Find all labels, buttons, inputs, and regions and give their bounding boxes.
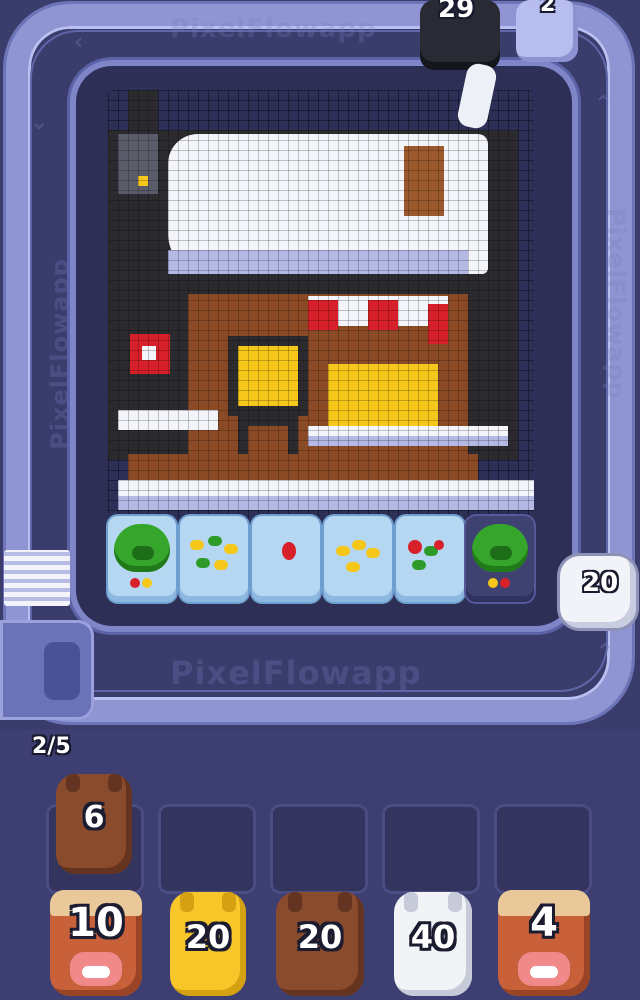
track-exit-ramp — [4, 550, 70, 606]
bull-animal[interactable]: 4 — [498, 890, 590, 996]
bull-animal[interactable]: 10 — [50, 890, 142, 996]
slot-animal-bunny[interactable]: 6 — [56, 774, 132, 874]
blue-shooter-counter: 2 — [540, 0, 556, 17]
berry-tile[interactable] — [252, 516, 320, 602]
pixel-art-canvas[interactable] — [108, 90, 534, 518]
track-bunny[interactable]: 20 — [560, 556, 636, 628]
bean-tile[interactable] — [180, 516, 248, 602]
white-bunny[interactable]: 40 — [394, 892, 472, 996]
shooter-counter: 29 — [438, 0, 475, 24]
chevron-up-icon: ⌃ — [594, 92, 613, 117]
tile-row — [108, 516, 534, 604]
chevron-left-icon: ‹ — [74, 30, 84, 55]
queue-progress: 2/5 — [32, 734, 71, 759]
queue-slot[interactable] — [494, 804, 592, 894]
pixel-grid — [108, 90, 534, 518]
yellow-bunny-count: 20 — [185, 918, 231, 956]
shooter-machine[interactable]: 29 — [420, 0, 500, 70]
berry-tile[interactable] — [396, 516, 464, 602]
bull-count: 10 — [68, 900, 124, 946]
slot-animal-count: 6 — [83, 800, 105, 835]
watermark-right: PixelFlowapp — [601, 208, 630, 400]
white-bunny-count: 40 — [410, 918, 456, 956]
queue-slot[interactable] — [270, 804, 368, 894]
brown-bunny[interactable]: 20 — [276, 892, 364, 996]
queue-slot[interactable] — [158, 804, 256, 894]
track-bunny-counter: 20 — [582, 568, 619, 598]
chevron-down-icon: ⌄ — [30, 110, 49, 135]
queue-slot[interactable] — [382, 804, 480, 894]
pig-tile[interactable] — [466, 516, 534, 602]
bull-count: 4 — [530, 900, 558, 946]
blue-shooter[interactable]: 2 — [516, 0, 578, 62]
watermark-top: PixelFlowapp — [170, 14, 377, 44]
watermark-left: PixelFlowapp — [45, 258, 74, 450]
pig-tile[interactable] — [108, 516, 176, 602]
yellow-bunny[interactable]: 20 — [170, 892, 246, 996]
gate-roller — [44, 642, 80, 700]
chevron-up-icon: ⌃ — [596, 640, 615, 665]
watermark-bottom: PixelFlowapp — [170, 654, 422, 692]
bean-tile[interactable] — [324, 516, 392, 602]
brown-bunny-count: 20 — [297, 918, 343, 956]
